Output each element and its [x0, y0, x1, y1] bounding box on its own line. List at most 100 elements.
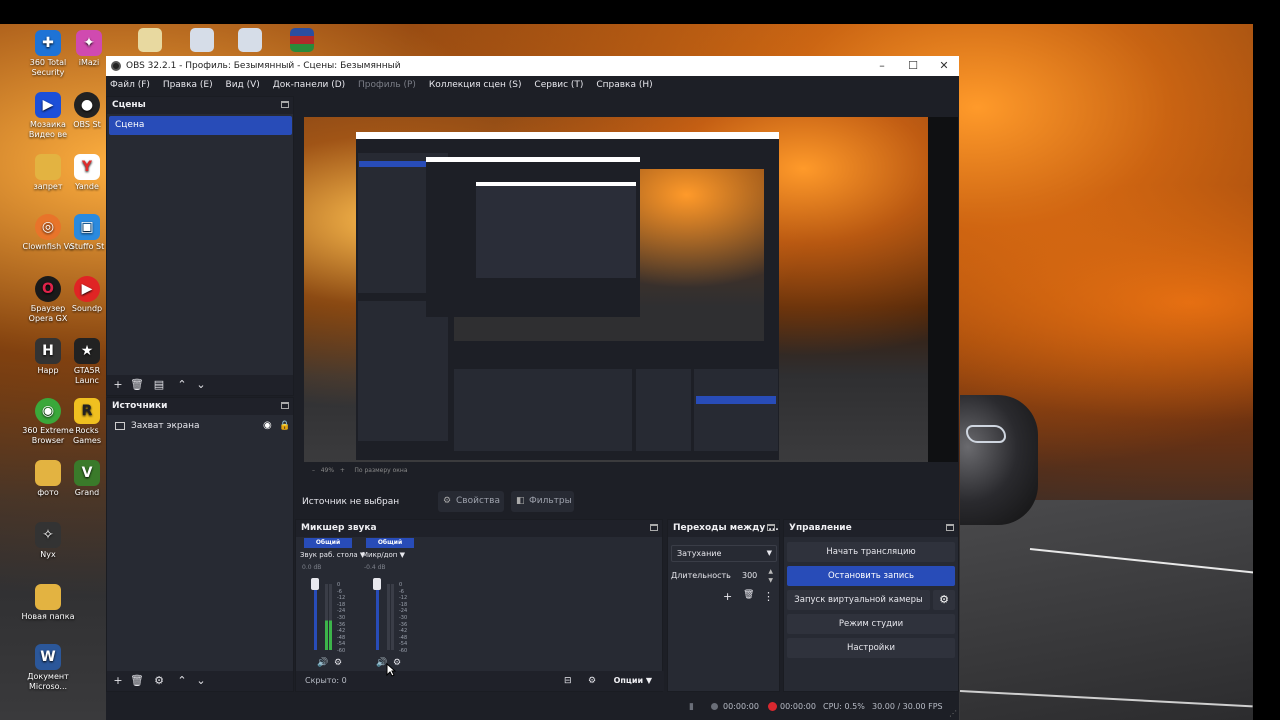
more-options-icon[interactable]: ⋮ [763, 590, 774, 603]
move-down-icon[interactable]: ⌄ [194, 674, 208, 688]
preview-nested-stop-record [696, 396, 776, 404]
duration-label: Длительность [671, 571, 731, 580]
close-button[interactable]: ✕ [929, 56, 959, 76]
folder-icon [35, 460, 61, 486]
desktop-icon-yandex[interactable]: Y Yande [67, 154, 107, 192]
minimize-button[interactable]: – [867, 56, 897, 76]
channel-db: 0.0 dB [302, 564, 322, 571]
preview-nested-sources [358, 301, 448, 441]
audio-file-icon[interactable] [238, 28, 262, 52]
app-icon[interactable] [290, 28, 314, 52]
zoom-in-icon[interactable]: + [340, 467, 345, 474]
options-button[interactable]: Опции ▼ [614, 671, 652, 691]
channel-gear-icon[interactable]: ⚙ [334, 658, 342, 668]
desktop-icon-stuffo[interactable]: ▣ Stuffo St [67, 214, 107, 252]
gta-icon: ★ [74, 338, 100, 364]
nyx-icon: ✧ [35, 522, 61, 548]
resize-grip-icon[interactable]: ⋰ [949, 710, 957, 718]
scene-filters-icon[interactable]: ▤ [152, 378, 166, 392]
preview-margin [928, 117, 958, 462]
source-item[interactable]: Захват экрана ◉ 🔒 [109, 418, 292, 435]
float-icon[interactable] [946, 524, 954, 531]
transitions-title: Переходы между ... [668, 520, 779, 537]
volume-slider-track[interactable] [314, 580, 317, 650]
remove-transition-trash-icon[interactable]: 🗑 [743, 590, 754, 600]
menu-edit[interactable]: Правка (E) [163, 80, 213, 90]
menu-tools[interactable]: Сервис (T) [534, 80, 583, 90]
menu-docks[interactable]: Док-панели (D) [273, 80, 345, 90]
move-up-icon[interactable]: ⌃ [175, 674, 189, 688]
float-icon[interactable] [650, 524, 658, 531]
level-meter-left [387, 584, 390, 650]
move-up-icon[interactable]: ⌃ [175, 378, 189, 392]
lock-icon[interactable]: 🔒 [279, 421, 290, 431]
desktop-icon-word-doc[interactable]: W Документ Microso... [18, 644, 78, 692]
layout-icon[interactable]: ⊟ [564, 671, 572, 691]
desktop-icon-gta5rp[interactable]: ★ GTA5R Launc [67, 338, 107, 386]
float-icon[interactable] [281, 402, 289, 409]
desktop-icon-new-folder[interactable]: Новая папка [18, 584, 78, 622]
maximize-button[interactable]: ☐ [898, 56, 928, 76]
menu-profile[interactable]: Профиль (P) [358, 80, 416, 90]
network-signal-icon: ▮ [689, 702, 694, 712]
mixer-channel-mic: Общий Микр/доп ▼ -0.4 dB 0 -6 -12 -18 -24 -3… [358, 538, 420, 673]
folder-icon [35, 584, 61, 610]
desktop-icon-rockstar[interactable]: R Rocks Games [67, 398, 107, 446]
desktop-icon-soundpad[interactable]: ▶ Soundp [67, 276, 107, 314]
volume-slider-handle[interactable] [311, 578, 319, 590]
start-streaming-button[interactable]: Начать трансляцию [787, 542, 955, 562]
desktop-icon-imazi[interactable]: ✦ iMazi [67, 30, 111, 68]
volume-slider-handle[interactable] [373, 578, 381, 590]
menu-view[interactable]: Вид (V) [226, 80, 260, 90]
wallpaper-car-headlight [966, 425, 1006, 443]
zoom-out-icon[interactable]: – [312, 467, 315, 474]
app-icon: ▣ [74, 214, 100, 240]
source-item-label: Захват экрана [131, 421, 200, 431]
transition-select[interactable]: Затухание ▼ [671, 545, 777, 562]
audio-file-icon[interactable] [190, 28, 214, 52]
channel-name[interactable]: Звук раб. стола ▼ [300, 550, 365, 561]
add-source-button[interactable]: + [111, 674, 125, 688]
add-scene-button[interactable]: + [111, 378, 125, 392]
scenes-toolbar: + 🗑 ▤ ⌃ ⌄ [107, 375, 293, 395]
move-down-icon[interactable]: ⌄ [194, 378, 208, 392]
preview-nested-mixer [454, 369, 632, 451]
obs-logo-icon [111, 61, 121, 71]
float-icon[interactable] [281, 101, 289, 108]
zoom-level: 49% [320, 467, 335, 474]
advanced-audio-gear-icon[interactable]: ⚙ [588, 671, 596, 691]
volume-slider-track[interactable] [376, 580, 379, 650]
screen-right-edge [1253, 0, 1280, 720]
stop-recording-button[interactable]: Остановить запись [787, 566, 955, 586]
menu-help[interactable]: Справка (H) [596, 80, 652, 90]
studio-mode-button[interactable]: Режим студии [787, 614, 955, 634]
channel-name[interactable]: Микр/доп ▼ [362, 550, 426, 561]
float-icon[interactable] [767, 524, 775, 531]
start-virtual-camera-button[interactable]: Запуск виртуальной камеры [787, 590, 930, 610]
menu-file[interactable]: Файл (F) [110, 80, 150, 90]
add-transition-button[interactable]: + [723, 590, 732, 603]
duration-input[interactable]: 300 ▲ ▼ [736, 567, 776, 585]
virtual-camera-gear-icon[interactable]: ⚙ [933, 590, 955, 610]
filters-button[interactable]: ◧ Фильтры [511, 491, 574, 512]
desktop-icon-grand[interactable]: V Grand [67, 460, 107, 498]
source-properties-gear-icon[interactable]: ⚙ [152, 674, 166, 688]
eye-visibility-icon[interactable]: ◉ [263, 421, 274, 431]
speaker-icon[interactable]: 🔊 [317, 658, 328, 668]
preview-canvas[interactable] [304, 117, 928, 462]
file-icon[interactable] [138, 28, 162, 52]
menu-scene-collection[interactable]: Коллекция сцен (S) [429, 80, 522, 90]
sources-toolbar: + 🗑 ⚙ ⌃ ⌄ [107, 671, 293, 691]
desktop-icon-nyx[interactable]: ✧ Nyx [18, 522, 78, 560]
remove-source-trash-icon[interactable]: 🗑 [130, 674, 144, 688]
level-meter-right [329, 584, 332, 650]
properties-button[interactable]: ⚙ Свойства [438, 491, 504, 512]
zoom-mode[interactable]: По размеру окна [354, 467, 407, 474]
spinner-icon[interactable]: ▲ ▼ [768, 567, 773, 585]
settings-button[interactable]: Настройки [787, 638, 955, 658]
scene-item[interactable]: Сцена [109, 116, 292, 135]
menu-bar: Файл (F) Правка (E) Вид (V) Док-панели (… [106, 76, 959, 95]
remove-scene-trash-icon[interactable]: 🗑 [130, 378, 144, 392]
title-bar[interactable]: OBS 32.2.1 - Профиль: Безымянный - Сцены… [106, 56, 959, 76]
desktop-icon-obs[interactable]: ● OBS St [67, 92, 107, 130]
